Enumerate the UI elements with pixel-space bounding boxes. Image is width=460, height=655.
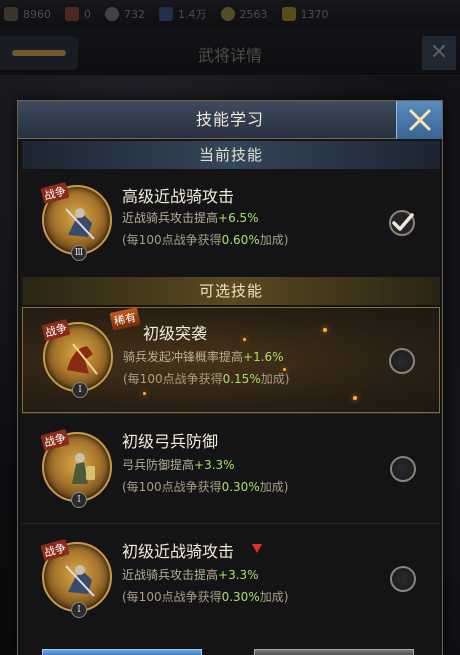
- current-skill-header: 当前技能: [22, 141, 440, 169]
- war-tag: 战争: [41, 318, 71, 342]
- spark: [323, 328, 327, 332]
- skill-bonus: (每100点战争获得0.30%加成): [122, 590, 289, 604]
- skill-radio[interactable]: [390, 566, 416, 592]
- war-tag: 战争: [40, 181, 70, 205]
- optional-skill-row[interactable]: 战争 Ⅰ 稀有 初级突袭 骑兵发起冲锋概率提高+1.6% (每100点战争获得0…: [22, 307, 440, 413]
- archer-defense-skill-icon: 战争 Ⅰ: [40, 428, 112, 508]
- skill-radio[interactable]: [390, 456, 416, 482]
- skill-bonus: (每100点战争获得0.15%加成): [123, 372, 290, 386]
- skill-description: 近战骑兵攻击提高+6.5%: [122, 211, 259, 225]
- skill-name: 高级近战骑攻击: [122, 187, 235, 206]
- confirm-button[interactable]: [42, 649, 202, 655]
- archer-figure-icon: [72, 453, 95, 484]
- rank-badge: Ⅰ: [71, 602, 87, 618]
- horse-head-icon: [67, 343, 98, 375]
- current-skill-row: 战争 Ⅲ 高级近战骑攻击 近战骑兵攻击提高+6.5% (每100点战争获得0.6…: [22, 171, 440, 275]
- skill-description: 弓兵防御提高+3.3%: [122, 458, 235, 472]
- optional-skill-row[interactable]: 战争 Ⅰ 初级弓兵防御 弓兵防御提高+3.3% (每100点战争获得0.30%加…: [22, 413, 440, 521]
- cancel-button[interactable]: [254, 649, 414, 655]
- checked-icon: [389, 210, 415, 236]
- skill-bonus: (每100点战争获得0.30%加成): [122, 480, 289, 494]
- raid-skill-icon: 战争 Ⅰ: [41, 318, 113, 398]
- downgrade-arrow-icon: [252, 544, 262, 553]
- cavalry-figure-icon: [65, 565, 95, 597]
- cavalry-figure-icon: [65, 208, 95, 240]
- spark: [353, 396, 357, 400]
- modal-close-button[interactable]: [396, 101, 442, 139]
- optional-skill-row[interactable]: 战争 Ⅰ 初级近战骑攻击 近战骑兵攻击提高+3.3% (每100点战争获得0.3…: [22, 523, 440, 633]
- rank-badge: Ⅲ: [71, 245, 87, 261]
- close-icon: [409, 109, 430, 131]
- skill-description: 骑兵发起冲锋概率提高+1.6%: [123, 350, 284, 364]
- spark: [243, 338, 246, 341]
- rank-badge: Ⅰ: [72, 382, 88, 398]
- skill-radio[interactable]: [389, 348, 415, 374]
- rank-badge: Ⅰ: [71, 492, 87, 508]
- skill-bonus: (每100点战争获得0.60%加成): [122, 233, 289, 247]
- rare-badge: 稀有: [109, 307, 141, 331]
- skill-learning-modal: 技能学习 当前技能 战争 Ⅲ 高级近战骑攻击 近战骑兵攻击提高+6.5% (每1…: [17, 100, 443, 655]
- cavalry-skill-icon: 战争 Ⅰ: [40, 538, 112, 618]
- war-tag: 战争: [40, 538, 70, 562]
- optional-skills-header: 可选技能: [22, 277, 440, 305]
- skill-name: 初级近战骑攻击: [122, 542, 235, 561]
- war-tag: 战争: [40, 428, 70, 452]
- skill-description: 近战骑兵攻击提高+3.3%: [122, 568, 259, 582]
- spark: [143, 392, 146, 395]
- cavalry-skill-icon: 战争 Ⅲ: [40, 181, 112, 261]
- modal-title: 技能学习: [18, 101, 442, 139]
- skill-name: 初级突袭: [143, 324, 208, 343]
- skill-name: 初级弓兵防御: [122, 432, 219, 451]
